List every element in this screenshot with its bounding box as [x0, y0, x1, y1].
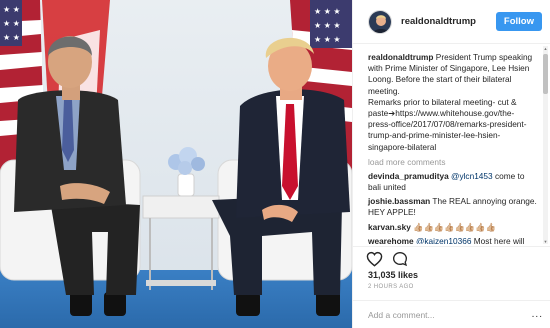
post-actions [353, 246, 550, 270]
comment-mention[interactable]: @ylcn1453 [451, 171, 493, 181]
list-item: joshie.bassman The REAL annoying orange.… [368, 196, 537, 218]
speech-bubble-icon [392, 251, 408, 267]
post-header: realdonaldtrump Follow [353, 0, 550, 44]
caption-username[interactable]: realdonaldtrump [368, 52, 433, 62]
svg-text:★ ★ ★: ★ ★ ★ [314, 21, 341, 30]
list-item: karvan.sky 👍🏼👍🏼👍🏼👍🏼👍🏼👍🏼👍🏼👍🏼 [368, 222, 537, 233]
comments-list: realdonaldtrump President Trump speaking… [353, 46, 543, 244]
comment-text: Most here will [471, 235, 525, 244]
add-comment-input[interactable] [368, 309, 532, 320]
list-item: devinda_pramuditya @ylcn1453 come to bal… [368, 171, 537, 193]
header-username[interactable]: realdonaldtrump [401, 16, 496, 27]
like-button[interactable] [366, 251, 383, 270]
post-timestamp: 2 HOURS AGO [368, 284, 414, 290]
load-more-comments-link[interactable]: load more comments [368, 157, 537, 168]
svg-text:★ ★ ★: ★ ★ ★ [314, 35, 341, 44]
svg-text:★ ★: ★ ★ [3, 5, 20, 14]
comments-scrollbar[interactable]: ▲ ▼ [543, 46, 548, 244]
comment-username[interactable]: devinda_pramuditya [368, 171, 449, 181]
comment-text: 👍🏼👍🏼👍🏼👍🏼👍🏼👍🏼👍🏼👍🏼 [410, 221, 496, 232]
add-comment-bar: ... [353, 300, 550, 328]
post-image: ★ ★ ★ ★ ★ ★ ★ ★ ★ ★ ★ ★ ★ ★ ★ [0, 0, 352, 328]
scrollbar-thumb[interactable] [543, 54, 548, 94]
post-photo[interactable]: ★ ★ ★ ★ ★ ★ ★ ★ ★ ★ ★ ★ ★ ★ ★ [0, 0, 352, 328]
svg-text:★ ★: ★ ★ [3, 19, 20, 28]
scroll-down-arrow-icon[interactable]: ▼ [543, 239, 548, 244]
comment-username[interactable]: joshie.bassman [368, 196, 430, 206]
post-sidebar: realdonaldtrump Follow realdonaldtrump P… [352, 0, 550, 328]
scroll-up-arrow-icon[interactable]: ▲ [543, 46, 548, 51]
comment-mention[interactable]: @kaizen10366 [416, 236, 471, 244]
comment-button[interactable] [392, 251, 408, 270]
caption-remarks: Remarks prior to bilateral meeting- cut … [368, 96, 527, 152]
svg-text:★ ★: ★ ★ [3, 33, 20, 42]
more-options-icon[interactable]: ... [532, 309, 543, 320]
comment-username[interactable]: wearehome [368, 236, 414, 244]
comment-username[interactable]: karvan.sky [368, 222, 411, 232]
heart-icon [366, 251, 383, 267]
list-item: wearehome @kaizen10366 Most here will [368, 236, 537, 244]
likes-count[interactable]: 31,035 likes [368, 270, 418, 280]
svg-text:★ ★ ★: ★ ★ ★ [314, 7, 341, 16]
avatar[interactable] [368, 9, 392, 34]
follow-button[interactable]: Follow [495, 12, 542, 31]
post-caption: realdonaldtrump President Trump speaking… [368, 52, 537, 153]
